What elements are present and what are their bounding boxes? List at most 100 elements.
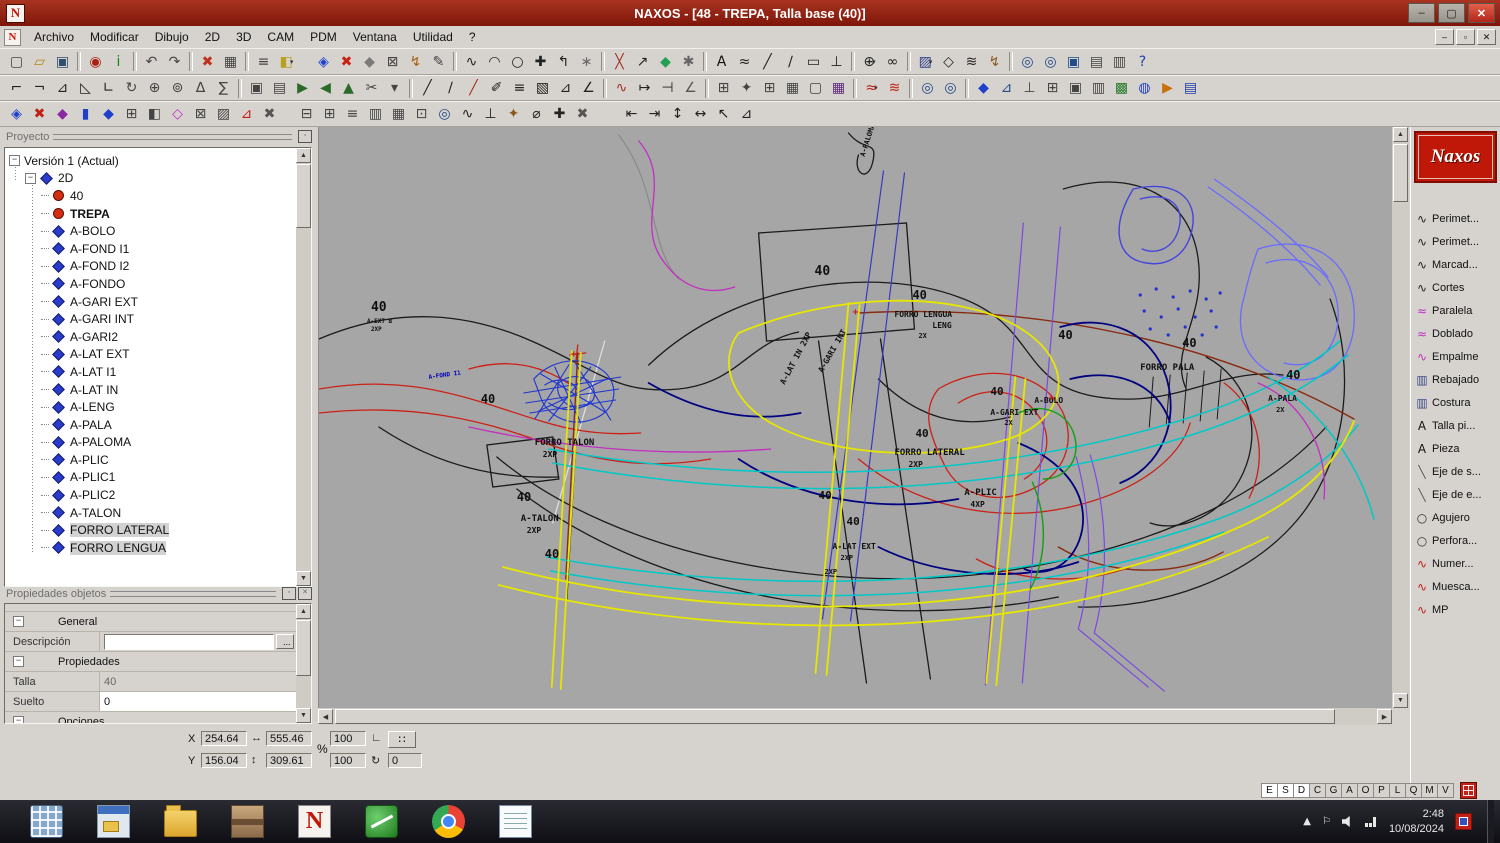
web-icon[interactable]: ◉ (84, 51, 107, 73)
piece-box-icon[interactable]: ⊠ (189, 103, 212, 125)
section-opciones[interactable]: − Opciones (5, 712, 296, 723)
piece-purple-icon[interactable]: ◆ (51, 103, 74, 125)
tree-item-a-gari2[interactable]: A-GARI2 (5, 328, 296, 346)
tree-item-a-paloma[interactable]: A-PALOMA (5, 434, 296, 452)
mdi-close-button[interactable]: ✕ (1477, 29, 1496, 45)
menu-item-cam[interactable]: CAM (259, 27, 302, 47)
link-icon[interactable]: ∞ (881, 51, 904, 73)
tool-perimet-1[interactable]: ∿ Perimet... (1411, 230, 1500, 253)
tool-numer-15[interactable]: ∿ Numer... (1411, 552, 1500, 575)
width-value-field[interactable]: 555.46 (266, 731, 312, 746)
view-diameter-icon[interactable]: ⌀ (525, 103, 548, 125)
export-icon[interactable]: ◈ (312, 51, 335, 73)
scroll-down-button[interactable]: ▼ (296, 571, 311, 586)
piece-outline-icon[interactable]: ◇ (166, 103, 189, 125)
taskbar-clock[interactable]: 2:48 10/08/2024 (1389, 807, 1444, 837)
menu-item-3d[interactable]: 3D (228, 27, 259, 47)
view-spark-icon[interactable]: ✦ (502, 103, 525, 125)
line-icon[interactable]: ∕ (779, 51, 802, 73)
align-start-icon[interactable]: ⇤ (620, 103, 643, 125)
section-propiedades[interactable]: − Propiedades (5, 652, 296, 672)
speaker-icon[interactable] (1341, 816, 1350, 827)
open-icon[interactable]: ▱ (28, 51, 51, 73)
cad-drawing[interactable]: 40A-EXT B2XP4040FORRO TALON2XPA-TALON2XP… (319, 127, 1392, 708)
tree-item-trepa[interactable]: TREPA (5, 205, 296, 223)
tree-item-a-plic[interactable]: A-PLIC (5, 451, 296, 469)
key-a[interactable]: A (1341, 783, 1358, 798)
show-desktop-strip[interactable] (1487, 800, 1494, 843)
undo-icon[interactable]: ↶ (140, 51, 163, 73)
view-close-icon[interactable]: ✖ (571, 103, 594, 125)
tree-item-a-fond-i2[interactable]: A-FOND I2 (5, 258, 296, 276)
parallel-waves-icon[interactable]: ≋ (960, 51, 983, 73)
up-icon[interactable]: ▲ (337, 77, 360, 99)
corner-tr-icon[interactable]: ¬ (28, 77, 51, 99)
slash-icon[interactable]: ╱ (756, 51, 779, 73)
target-icon[interactable]: ⊕ ▾ (858, 51, 881, 73)
rotate-icon[interactable]: ↻ (120, 77, 143, 99)
red-wave-icon[interactable]: ≈ ▾ (860, 77, 883, 99)
key-s[interactable]: S (1277, 783, 1294, 798)
scale-icon[interactable]: ∆ (189, 77, 212, 99)
tree-item-forro-lateral[interactable]: FORRO LATERAL (5, 521, 296, 539)
book-icon[interactable]: ▤ (1179, 77, 1202, 99)
marquee-icon[interactable]: ⊠ (381, 51, 404, 73)
hatch-icon[interactable]: ▨ ▾ (914, 51, 937, 73)
tree-item-a-gari-int[interactable]: A-GARI INT (5, 310, 296, 328)
zoom-v-field[interactable]: 100 (330, 753, 366, 768)
scroll-left-button[interactable]: ◀ (318, 709, 333, 724)
sine-icon[interactable]: ∿ (610, 77, 633, 99)
pen-icon[interactable]: ✐ (485, 77, 508, 99)
wave-icon[interactable]: ≈ (733, 51, 756, 73)
piece-del2-icon[interactable]: ✖ (258, 103, 281, 125)
paste-icon[interactable]: ▤ (268, 77, 291, 99)
corner-arrow-icon[interactable]: ↖ (712, 103, 735, 125)
keyboard-icon[interactable]: ▤ (1085, 51, 1108, 73)
tree-group-2d[interactable]: − 2D (5, 170, 296, 188)
mdi-restore-button[interactable]: ▫ (1456, 29, 1475, 45)
tool-cortes-3[interactable]: ∿ Cortes (1411, 276, 1500, 299)
project-panel-pin-icon[interactable]: ▫ (298, 130, 312, 143)
menu-item-2d[interactable]: 2D (197, 27, 228, 47)
monitor-icon[interactable]: ▢ (804, 77, 827, 99)
tree-item-a-plic2[interactable]: A-PLIC2 (5, 486, 296, 504)
section-general[interactable]: − General (5, 612, 296, 632)
tree-item-a-lat-ext[interactable]: A-LAT EXT (5, 346, 296, 364)
zoom-h-field[interactable]: 100 (330, 731, 366, 746)
tool-marcad-2[interactable]: ∿ Marcad... (1411, 253, 1500, 276)
next-icon[interactable]: ▶ (291, 77, 314, 99)
image-icon[interactable]: ▩ (1110, 77, 1133, 99)
minimize-button[interactable]: – (1408, 3, 1435, 23)
tool-costura-8[interactable]: ▥ Costura (1411, 391, 1500, 414)
circle-icon[interactable]: ○ (506, 51, 529, 73)
printer2-icon[interactable]: ▥ (1087, 77, 1110, 99)
cut-icon[interactable]: ✂ (360, 77, 383, 99)
menu-item-modificar[interactable]: Modificar (82, 27, 147, 47)
new-icon[interactable]: ▢ (5, 51, 28, 73)
height-icon[interactable]: ↕ (666, 103, 689, 125)
tree-item-a-gari-ext[interactable]: A-GARI EXT (5, 293, 296, 311)
properties-panel-close-icon[interactable]: ✕ (298, 587, 312, 600)
piece-bar-icon[interactable]: ▮ (74, 103, 97, 125)
menu-item-pdm[interactable]: PDM (302, 27, 345, 47)
add-point-icon[interactable]: ✚ (529, 51, 552, 73)
diamond-icon[interactable]: ◆ (358, 51, 381, 73)
play-icon[interactable]: ▶ (1156, 77, 1179, 99)
nero-icon[interactable] (365, 805, 398, 838)
panes-icon[interactable]: ⊞ (1041, 77, 1064, 99)
column-icon[interactable]: ⊥ (1018, 77, 1041, 99)
collapse-icon[interactable]: − (9, 155, 20, 167)
key-e[interactable]: E (1261, 783, 1278, 798)
menu-item-archivo[interactable]: Archivo (26, 27, 82, 47)
key-d[interactable]: D (1293, 783, 1310, 798)
tray-expand-icon[interactable]: ▲ (1303, 816, 1311, 827)
tree-item-a-leng[interactable]: A-LENG (5, 398, 296, 416)
scroll-up-button[interactable]: ▲ (296, 604, 311, 619)
tool-perimet-0[interactable]: ∿ Perimet... (1411, 207, 1500, 230)
collapse-icon[interactable]: − (13, 616, 24, 627)
naxos-icon[interactable]: N (298, 805, 331, 838)
pencil-icon[interactable]: ✎ (427, 51, 450, 73)
line-red-icon[interactable]: ╱ (462, 77, 485, 99)
red-waves-icon[interactable]: ≋ (883, 77, 906, 99)
collapse-icon[interactable]: − (13, 716, 24, 723)
